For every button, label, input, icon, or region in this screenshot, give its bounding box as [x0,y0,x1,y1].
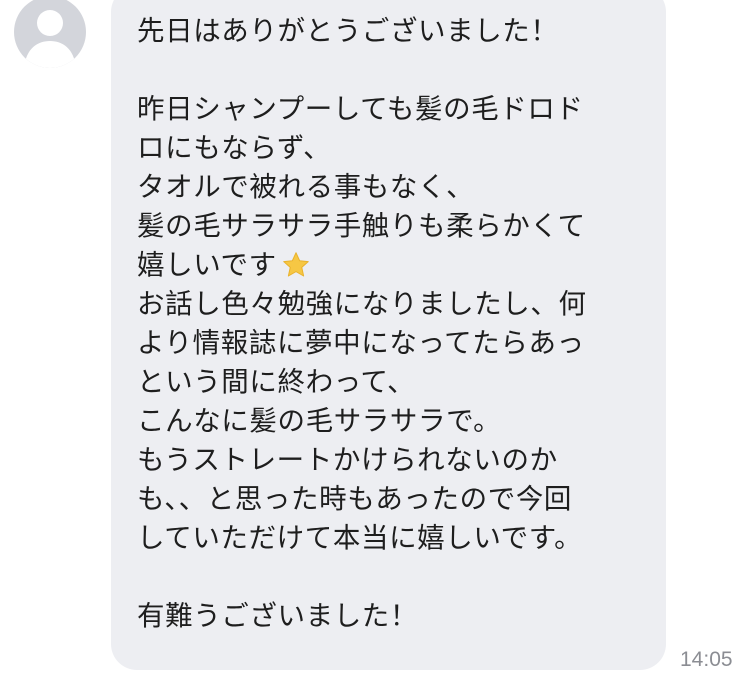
message-line: 昨日シャンプーしても髪の毛ドロド [137,93,584,125]
message-line: ロにもならず、 [137,132,332,164]
message-line: タオルで被れる事もなく、 [137,171,475,203]
message-line: 先日はありがとうございました！ [137,15,559,47]
message-line: お話し色々勉強になりましたし、何 [137,288,587,320]
message-line: していただけて本当に嬉しいです。 [137,522,583,554]
message-line-blank [137,558,640,597]
message-line: という間に終わって、 [137,366,416,398]
message-line: より情報誌に夢中になってたらあっ [137,327,585,359]
message-bubble[interactable]: 先日はありがとうございました！ 昨日シャンプーしても髪の毛ドロド ロにもならず、… [111,0,666,670]
default-user-icon [24,10,76,68]
message-line-text: 嬉しいです [137,249,277,281]
star-icon [282,252,309,277]
message-timestamp: 14:05 [680,648,733,671]
message-line: 有難うございました！ [137,600,418,632]
message-line: も、、と思った時もあったので今回 [137,483,573,515]
message-line: 髪の毛サラサラ手触りも柔らかくて [137,210,586,242]
message-line-blank [137,51,640,90]
message-line-with-emoji: 嬉しいです [137,246,640,285]
message-line: こんなに髪の毛サラサラで。 [137,405,502,437]
message-line: もうストレートかけられないのか [137,444,558,476]
avatar[interactable] [14,0,86,68]
chat-screen: 先日はありがとうございました！ 昨日シャンプーしても髪の毛ドロド ロにもならず、… [0,0,750,694]
